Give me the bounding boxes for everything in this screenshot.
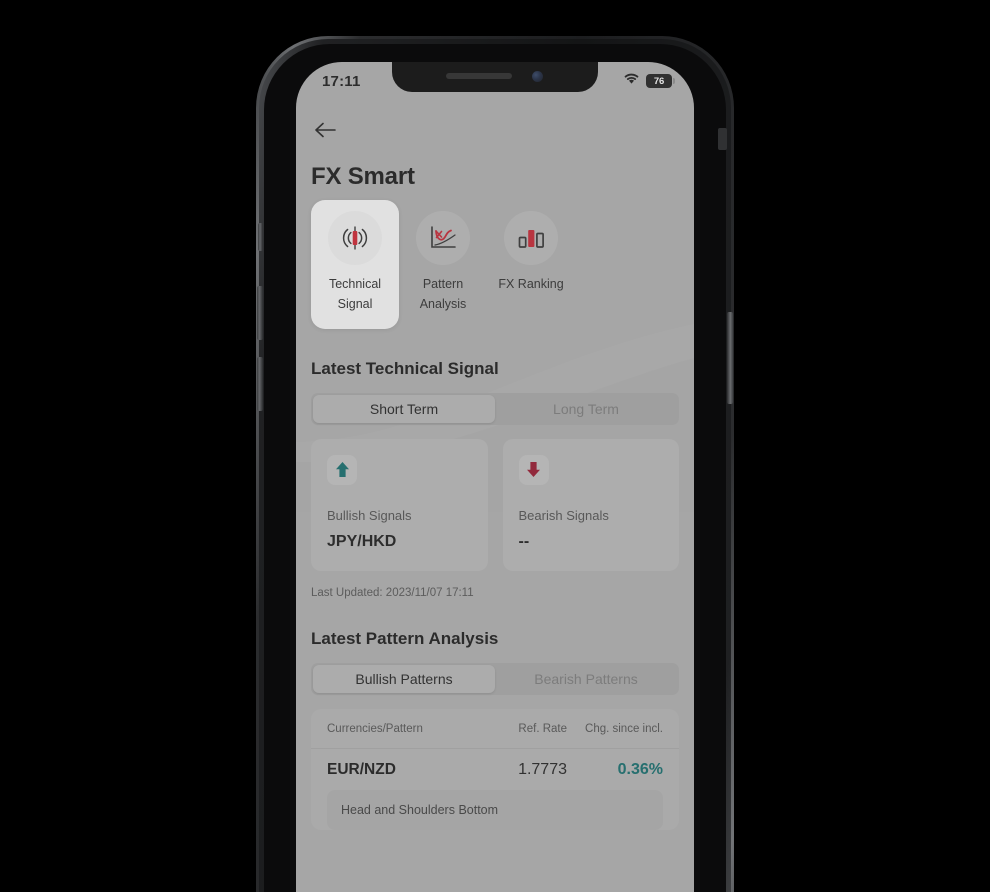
volume-down-button[interactable] xyxy=(257,357,263,411)
feature-tile-row: Technical Signal Pattern Analysis FX Ran… xyxy=(311,200,679,329)
tile-label-line2: Analysis xyxy=(419,297,467,312)
tile-fx-ranking[interactable]: FX Ranking xyxy=(487,200,575,308)
wifi-icon xyxy=(623,72,640,90)
status-time: 17:11 xyxy=(322,72,361,90)
page-title: FX Smart xyxy=(311,163,415,190)
phone-screen: 17:11 76 FX Smart Technical Signal Patte… xyxy=(296,62,694,892)
tab-short-term[interactable]: Short Term xyxy=(313,394,495,423)
earpiece-speaker xyxy=(446,73,512,79)
tile-label-line1: Technical xyxy=(328,277,382,291)
battery-indicator: 76 xyxy=(646,74,675,88)
front-camera xyxy=(532,71,543,82)
pattern-analysis-tabs: Bullish Patterns Bearish Patterns xyxy=(311,662,679,695)
arrow-up-icon xyxy=(327,454,357,485)
tab-bearish-patterns[interactable]: Bearish Patterns xyxy=(495,665,677,693)
frame-antenna-line xyxy=(718,128,727,150)
battery-level: 76 xyxy=(653,75,665,87)
section-title-pattern-analysis: Latest Pattern Analysis xyxy=(311,628,499,648)
screenshot-stage: 17:11 76 FX Smart Technical Signal Patte… xyxy=(0,0,990,892)
table-row[interactable]: EUR/NZD 1.7773 0.36% Head and Shoulders … xyxy=(311,749,679,830)
bearish-signals-value: -- xyxy=(518,532,530,550)
row-currency-pair: EUR/NZD xyxy=(327,760,396,778)
back-button[interactable] xyxy=(310,117,340,147)
section-title-technical-signal: Latest Technical Signal xyxy=(311,358,499,378)
tab-long-term[interactable]: Long Term xyxy=(495,395,677,423)
column-header-currencies: Currencies/Pattern xyxy=(327,722,423,735)
tile-label-line1: FX Ranking xyxy=(498,277,564,291)
signal-card-row: Bullish Signals JPY/HKD Bearish Signals … xyxy=(311,438,679,571)
tile-label-line2: Signal xyxy=(337,297,373,312)
tile-technical-signal[interactable]: Technical Signal xyxy=(311,200,399,329)
device-notch xyxy=(392,62,598,92)
volume-up-button[interactable] xyxy=(257,286,263,340)
tab-bullish-patterns[interactable]: Bullish Patterns xyxy=(313,664,495,693)
tile-pattern-analysis[interactable]: Pattern Analysis xyxy=(399,200,487,329)
status-indicators: 76 xyxy=(623,72,675,90)
pattern-table-header: Currencies/Pattern Ref. Rate Chg. since … xyxy=(311,709,679,749)
row-change-percent: 0.36% xyxy=(617,760,663,778)
technical-signal-term-tabs: Short Term Long Term xyxy=(311,392,679,425)
power-button[interactable] xyxy=(727,312,733,404)
column-header-change: Chg. since incl. xyxy=(585,722,663,735)
row-pattern-name: Head and Shoulders Bottom xyxy=(327,789,663,830)
last-updated-text: Last Updated: 2023/11/07 17:11 xyxy=(311,586,474,599)
pattern-chart-icon xyxy=(416,211,470,265)
bullish-signals-card[interactable]: Bullish Signals JPY/HKD xyxy=(311,438,488,571)
bullish-signals-value: JPY/HKD xyxy=(327,532,397,550)
arrow-down-icon xyxy=(518,454,549,485)
bar-ranking-icon xyxy=(504,211,558,265)
bearish-signals-label: Bearish Signals xyxy=(518,507,609,523)
candlestick-signal-icon xyxy=(328,211,382,265)
silent-switch[interactable] xyxy=(258,223,263,251)
bullish-signals-label: Bullish Signals xyxy=(327,507,412,523)
column-header-ref-rate: Ref. Rate xyxy=(518,722,567,735)
bearish-signals-card[interactable]: Bearish Signals -- xyxy=(502,438,679,571)
tile-label-line1: Pattern xyxy=(422,277,464,291)
row-ref-rate: 1.7773 xyxy=(518,760,567,778)
page-content: FX Smart Technical Signal Pattern Analys… xyxy=(296,96,694,892)
arrow-left-icon xyxy=(314,122,336,143)
pattern-table: Currencies/Pattern Ref. Rate Chg. since … xyxy=(311,708,679,830)
